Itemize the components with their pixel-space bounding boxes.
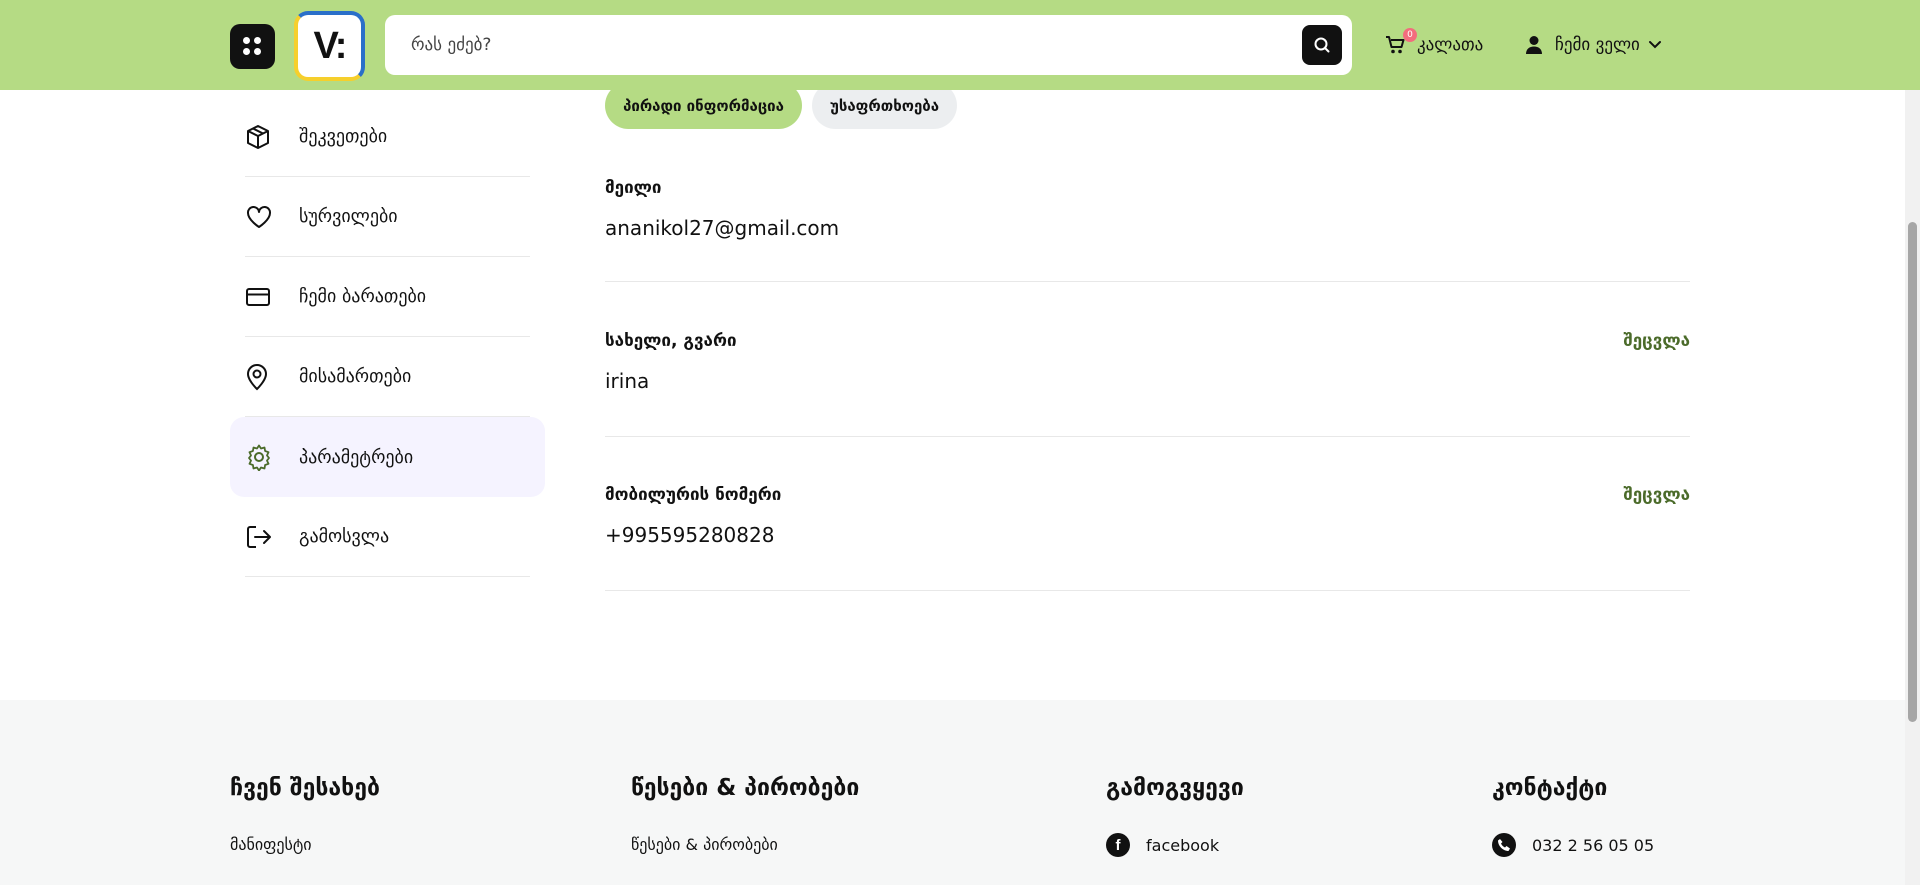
cart-label: კალათა <box>1417 35 1484 55</box>
gear-icon <box>245 443 289 471</box>
search-bar <box>385 15 1352 75</box>
logout-icon <box>245 524 289 550</box>
footer-follow-title: გამოგვყევი <box>1106 775 1244 801</box>
cart-count-badge: 0 <box>1403 28 1417 42</box>
phone-label: მობილურის ნომერი <box>605 485 782 505</box>
sidebar-item-label: შეკვეთები <box>299 126 388 147</box>
footer-contact-title: კონტაქტი <box>1492 775 1608 801</box>
account-label: ჩემი ველი <box>1555 35 1640 55</box>
dot <box>243 37 250 44</box>
sidebar-item-label: სურვილები <box>299 206 398 227</box>
contact-phone-label: 032 2 56 05 05 <box>1532 835 1655 855</box>
name-value: irina <box>605 369 650 393</box>
email-label: მეილი <box>605 178 662 198</box>
search-input[interactable] <box>411 15 1291 75</box>
dot <box>254 48 261 55</box>
sidebar-item-wishlist[interactable]: სურვილები <box>245 177 530 257</box>
phone-field: მობილურის ნომერი +995595280828 შეცვლა <box>605 437 1690 591</box>
sidebar-item-settings[interactable]: პარამეტრები <box>230 417 545 497</box>
phone-icon <box>1492 833 1516 857</box>
dot <box>243 48 250 55</box>
facebook-label: facebook <box>1146 835 1220 855</box>
sidebar-item-label: ჩემი ბარათები <box>299 286 427 307</box>
search-button[interactable] <box>1302 25 1342 65</box>
account-menu[interactable]: ჩემი ველი <box>1525 30 1662 60</box>
chevron-down-icon <box>1648 41 1661 49</box>
top-header: V: 0 კალათა ჩემი ველი <box>0 0 1920 90</box>
sidebar-item-cards[interactable]: ჩემი ბარათები <box>245 257 530 337</box>
email-value: ananikol27@gmail.com <box>605 216 840 240</box>
sidebar-item-label: პარამეტრები <box>299 446 414 468</box>
card-icon <box>245 287 289 307</box>
logo-text: V: <box>313 24 348 67</box>
cart-link[interactable]: 0 კალათა <box>1385 28 1484 60</box>
search-icon <box>1314 37 1330 53</box>
edit-name-button[interactable]: შეცვლა <box>1623 331 1690 351</box>
dot <box>254 37 261 44</box>
apps-menu-button[interactable] <box>230 24 275 69</box>
footer-facebook-link[interactable]: f facebook <box>1106 833 1219 857</box>
edit-phone-button[interactable]: შეცვლა <box>1623 485 1690 505</box>
name-field: სახელი, გვარი irina შეცვლა <box>605 283 1690 437</box>
location-icon <box>245 363 289 391</box>
scrollbar-thumb[interactable] <box>1908 222 1917 722</box>
facebook-icon: f <box>1106 833 1130 857</box>
email-field: მეილი ananikol27@gmail.com <box>605 128 1690 282</box>
heart-icon <box>245 204 289 230</box>
footer-terms-link[interactable]: წესები & პირობები <box>631 835 778 854</box>
footer-about-title: ჩვენ შესახებ <box>230 775 380 801</box>
brand-logo[interactable]: V: <box>294 11 365 81</box>
user-icon <box>1526 36 1542 54</box>
sidebar-item-addresses[interactable]: მისამართები <box>245 337 530 417</box>
footer-manifesto-link[interactable]: მანიფესტი <box>230 835 312 854</box>
name-label: სახელი, გვარი <box>605 331 737 351</box>
sidebar-item-label: მისამართები <box>299 366 412 387</box>
box-icon <box>245 124 289 150</box>
phone-value: +995595280828 <box>605 523 775 547</box>
footer-phone-link[interactable]: 032 2 56 05 05 <box>1492 833 1654 857</box>
footer-terms-title: წესები & პირობები <box>631 775 860 801</box>
sidebar-item-orders[interactable]: შეკვეთები <box>245 97 530 177</box>
sidebar-item-label: გამოსვლა <box>299 526 390 547</box>
sidebar-item-logout[interactable]: გამოსვლა <box>245 497 530 577</box>
